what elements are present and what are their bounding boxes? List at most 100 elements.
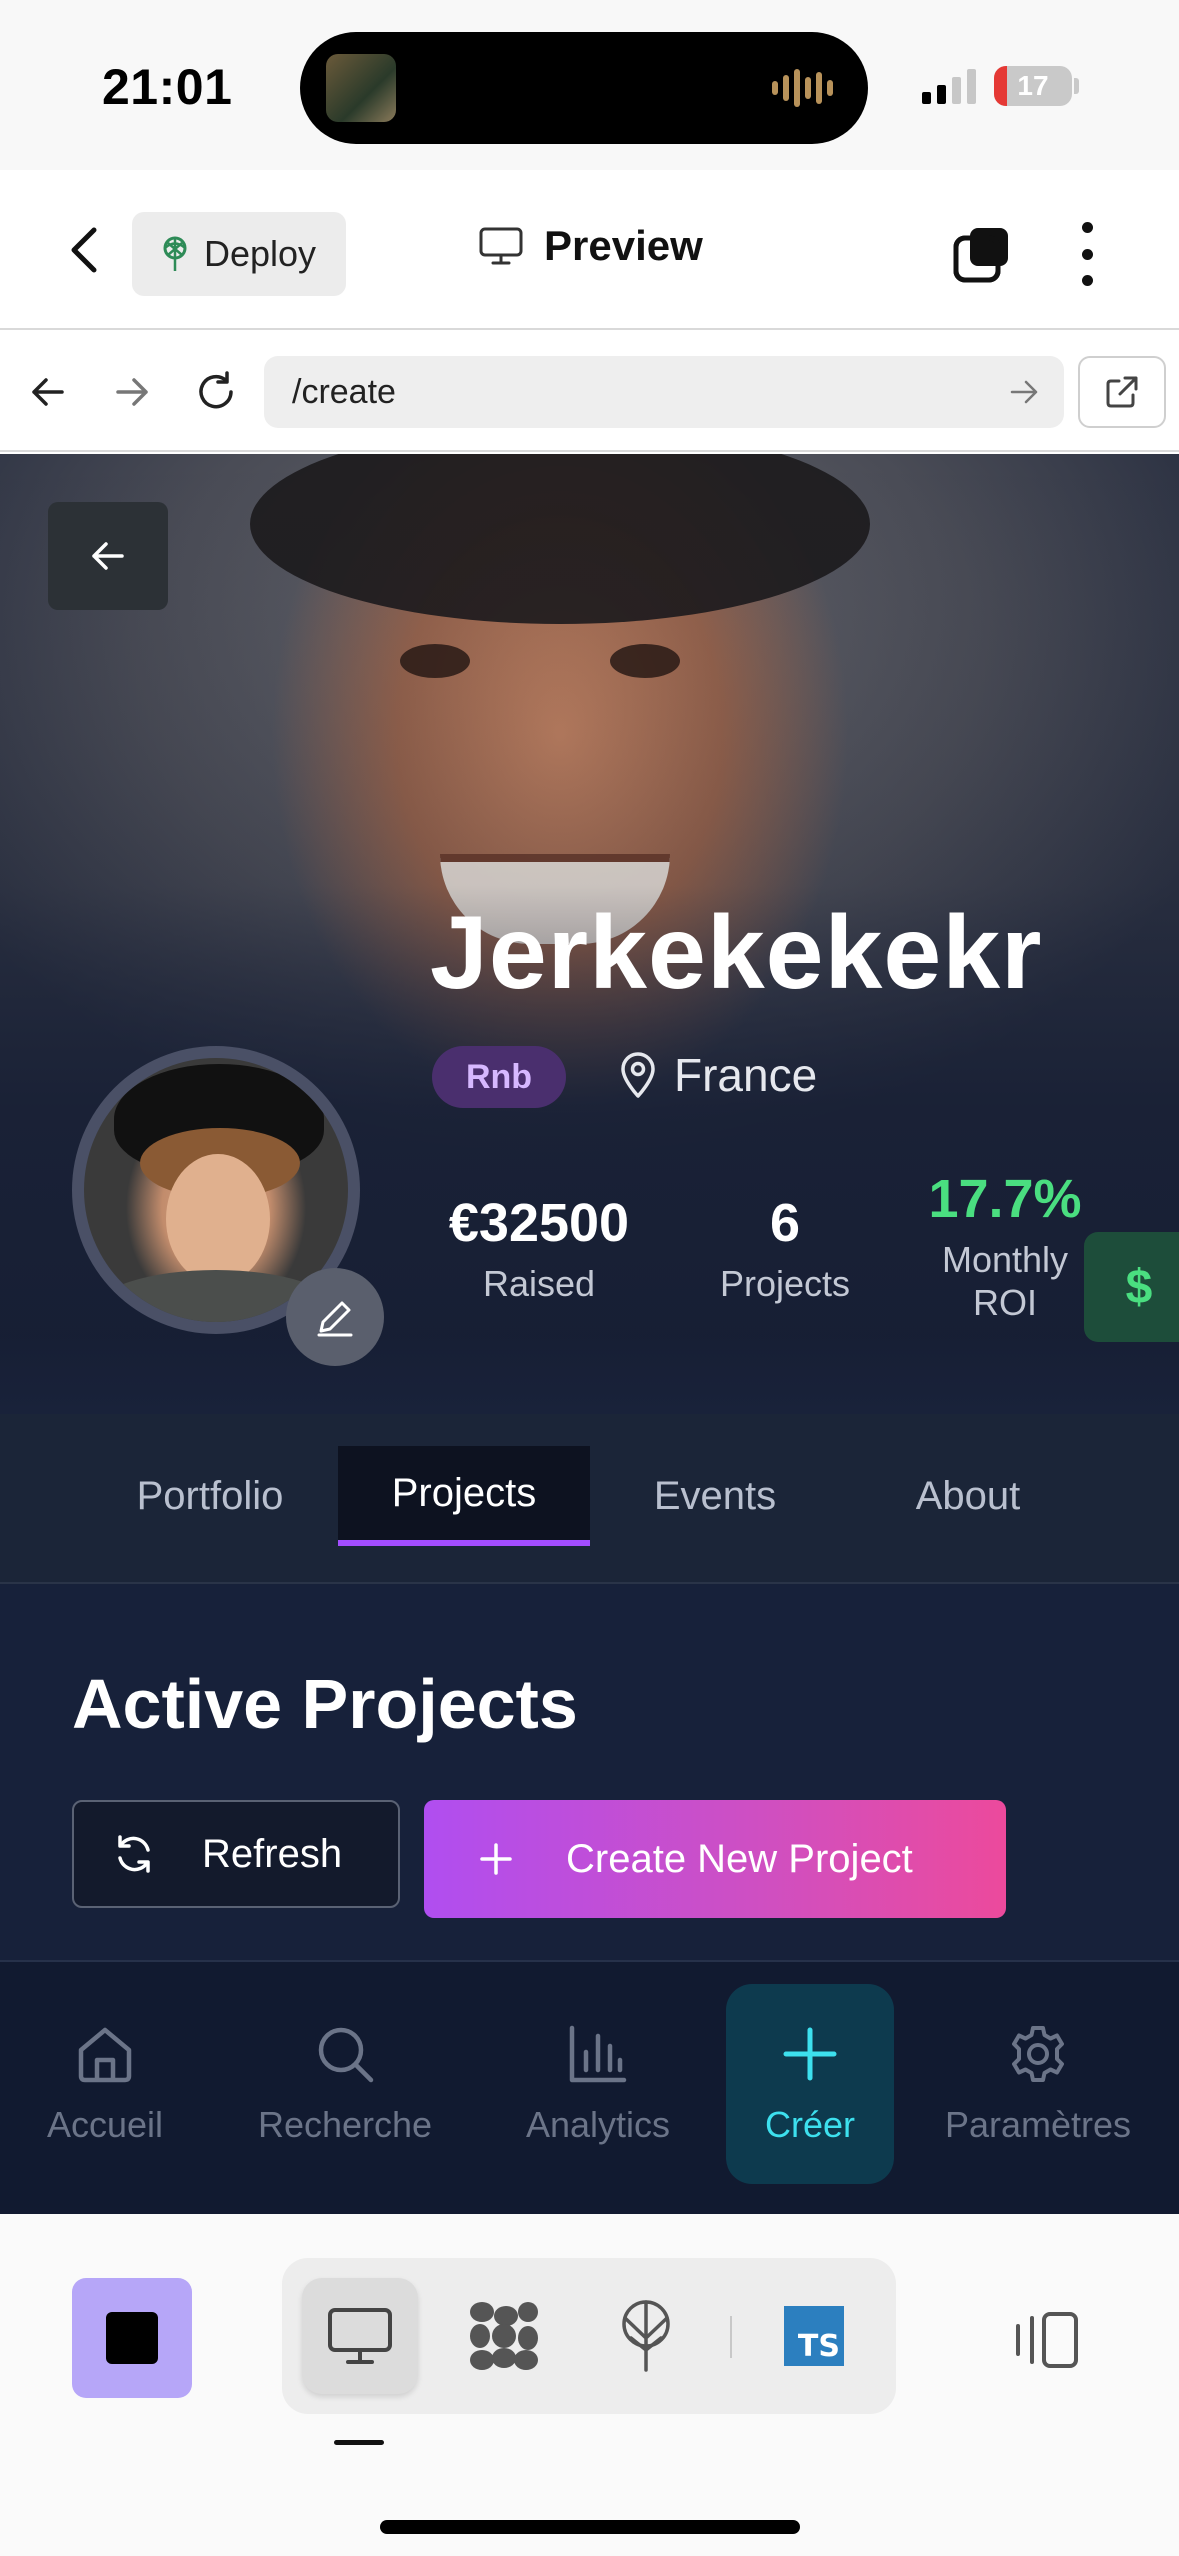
active-projects-section: Active Projects Refresh Create New Proje… [0, 1584, 1179, 1962]
stat-raised: €32500 Raised [424, 1192, 654, 1305]
stat-raised-value: €32500 [448, 1193, 630, 1253]
typescript-icon: TS [784, 2306, 844, 2366]
home-indicator [380, 2520, 800, 2534]
active-tool-indicator [334, 2440, 384, 2445]
components-button[interactable] [446, 2278, 562, 2394]
audio-waveform-icon [772, 68, 838, 108]
stat-roi-label: Monthly ROI [941, 1239, 1069, 1324]
url-input[interactable]: /create [264, 356, 1064, 428]
location-text: France [674, 1049, 818, 1101]
desktop-view-button[interactable] [302, 2278, 418, 2394]
home-icon [78, 2027, 132, 2083]
arrow-right-icon [116, 378, 148, 406]
gear-icon [1012, 2026, 1064, 2082]
nav-label: Recherche [257, 2104, 433, 2145]
side-panel-icon [1016, 2312, 1078, 2368]
battery-nub [1074, 78, 1079, 94]
refresh-button[interactable]: Refresh [72, 1800, 400, 1908]
browser-forward-button[interactable] [102, 362, 162, 422]
browser-reload-button[interactable] [186, 362, 246, 422]
edit-avatar-button[interactable] [286, 1268, 384, 1366]
typescript-button[interactable]: TS [756, 2278, 872, 2394]
nav-creer[interactable]: Créer [726, 1984, 894, 2184]
nav-accueil[interactable]: Accueil [20, 1984, 190, 2184]
refresh-label: Refresh [202, 1831, 343, 1876]
battery-icon: 17 [994, 66, 1072, 106]
stop-square-icon [106, 2312, 158, 2364]
tree-icon [622, 2300, 670, 2372]
go-arrow-icon[interactable] [1006, 374, 1042, 410]
genre-tag-label: Rnb [465, 1057, 533, 1096]
stat-raised-label: Raised [482, 1263, 596, 1304]
tab-portfolio[interactable]: Portfolio [100, 1446, 320, 1546]
preview-label: Preview [544, 222, 703, 269]
app-header: Deploy Preview [0, 170, 1179, 330]
deploy-tree-button[interactable] [588, 2278, 704, 2394]
battery-percent: 17 [1017, 70, 1049, 101]
tab-events[interactable]: Events [620, 1446, 810, 1546]
status-time: 21:01 [102, 59, 233, 115]
plus-icon [783, 2027, 837, 2081]
status-bar: 21:01 17 [0, 0, 1179, 170]
bar-chart-icon [569, 2025, 627, 2083]
toolbar-separator [730, 2316, 732, 2358]
editor-toolbar: TS [0, 2214, 1179, 2556]
side-panel-button[interactable] [1010, 2310, 1080, 2370]
deploy-label: Deploy [204, 233, 317, 274]
tabs-switcher-button[interactable] [952, 224, 1012, 284]
more-options-icon[interactable] [1072, 222, 1102, 286]
stacked-squares-icon [953, 228, 1008, 283]
arrow-left-icon [32, 378, 64, 406]
dynamic-island[interactable] [300, 32, 868, 144]
deploy-button[interactable]: Deploy [132, 212, 346, 296]
map-pin-icon [621, 1052, 655, 1098]
create-new-project-label: Create New Project [566, 1836, 913, 1881]
profile-tabs: Portfolio Projects Events About [0, 1414, 1179, 1584]
avatar-face [166, 1154, 270, 1284]
now-playing-thumbnail [326, 54, 396, 122]
arrow-left-icon [92, 542, 124, 570]
tab-about[interactable]: About [880, 1446, 1056, 1546]
stop-button[interactable] [72, 2278, 192, 2398]
deploy-icon [163, 236, 187, 271]
refresh-icon [118, 1835, 150, 1873]
search-icon [318, 2027, 374, 2083]
pencil-icon [317, 1301, 353, 1337]
grid-dots-icon [470, 2302, 538, 2370]
monitor-icon [328, 2308, 392, 2364]
genre-tag[interactable]: Rnb [432, 1046, 566, 1108]
create-new-project-button[interactable]: Create New Project [424, 1800, 1006, 1918]
external-link-icon [1106, 376, 1138, 408]
open-external-button[interactable] [1078, 356, 1166, 428]
plus-icon [480, 1843, 512, 1875]
profile-name: Jerkekekekr [430, 895, 1043, 1011]
stat-roi: 17.7% Monthly ROI [912, 1168, 1098, 1324]
nav-label: Analytics [525, 2104, 671, 2145]
nav-label: Paramètres [944, 2104, 1132, 2145]
hero-back-button[interactable] [48, 502, 168, 610]
back-button[interactable] [60, 220, 110, 280]
nav-label: Créer [764, 2104, 856, 2145]
tab-projects[interactable]: Projects [338, 1446, 590, 1546]
profile-hero: Jerkekekekr Rnb France €32500 Raised 6 P… [0, 454, 1179, 1414]
view-mode-group: TS [282, 2258, 896, 2414]
location: France [618, 1048, 817, 1102]
monitor-icon [479, 227, 523, 265]
reload-icon [199, 371, 233, 409]
dollar-icon: $ [1125, 1260, 1153, 1314]
cellular-signal-icon [922, 68, 976, 104]
browser-url-bar: /create [0, 332, 1179, 452]
invest-button[interactable]: $ [1084, 1232, 1179, 1342]
stat-roi-value: 17.7% [928, 1169, 1082, 1229]
chevron-left-icon [71, 227, 97, 273]
stat-projects-label: Projects [719, 1263, 851, 1304]
url-text: /create [292, 372, 396, 411]
nav-parametres[interactable]: Paramètres [930, 1984, 1146, 2184]
nav-analytics[interactable]: Analytics [508, 1984, 688, 2184]
nav-recherche[interactable]: Recherche [240, 1984, 450, 2184]
preview-toggle[interactable]: Preview [478, 222, 703, 270]
browser-back-button[interactable] [18, 362, 78, 422]
stat-projects: 6 Projects [700, 1192, 870, 1305]
nav-label: Accueil [46, 2104, 164, 2145]
section-title: Active Projects [72, 1665, 578, 1743]
